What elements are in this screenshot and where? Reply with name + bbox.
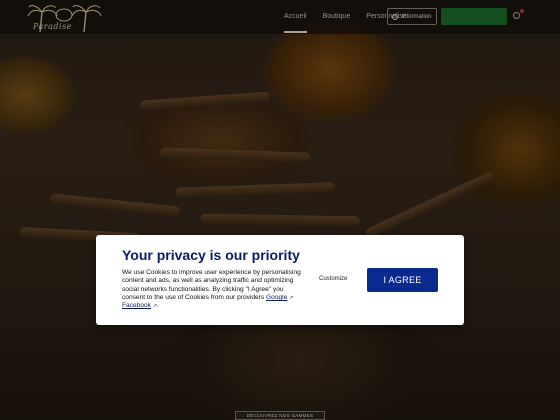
customize-button[interactable]: Customize: [319, 276, 347, 282]
modal-overlay: [0, 0, 560, 420]
google-link[interactable]: Google: [266, 294, 287, 301]
discover-ranges-button[interactable]: DÉCOUVREZ NOS GAMMES: [235, 411, 325, 420]
cookie-consent-dialog: Your privacy is our priority We use Cook…: [96, 235, 464, 325]
cookie-dialog-text: We use Cookies to improve user experienc…: [122, 269, 302, 310]
cookie-dialog-title: Your privacy is our priority: [122, 247, 300, 263]
agree-button[interactable]: I AGREE: [367, 268, 438, 292]
facebook-link[interactable]: Facebook: [122, 302, 151, 309]
cookie-dialog-end: .: [157, 302, 159, 310]
external-link-icon: ↗: [289, 294, 294, 301]
